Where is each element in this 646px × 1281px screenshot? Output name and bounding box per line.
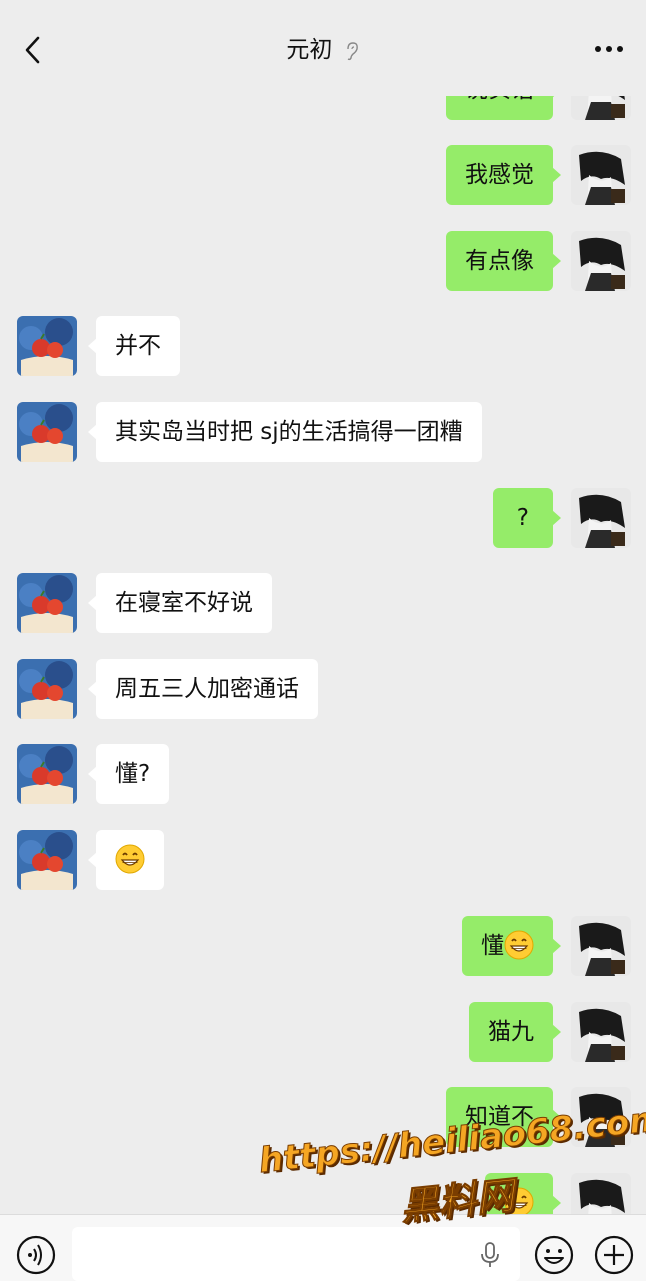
- message-row: 其实岛当时把 sj的生活搞得一团糟: [0, 402, 646, 464]
- message-bubble[interactable]: 懂?: [87, 744, 170, 804]
- message-bubble[interactable]: 猫九: [469, 1002, 561, 1062]
- message-bubble[interactable]: 周五三人加密通话: [88, 659, 318, 719]
- message-input[interactable]: [72, 1227, 520, 1281]
- message-row: 猫九: [0, 1002, 646, 1064]
- message-row: 我感觉: [0, 145, 646, 207]
- message-row: ?: [0, 488, 646, 550]
- plus-icon[interactable]: [594, 1235, 634, 1275]
- contact-avatar[interactable]: [17, 573, 77, 633]
- message-bubble[interactable]: 其实岛当时把 sj的生活搞得一团糟: [88, 402, 482, 462]
- message-row: 懂?: [0, 744, 646, 806]
- chat-area[interactable]: 说实话 我感觉 有点像 并不 其实岛当时把 sj的生活搞得一团糟 ?: [0, 0, 646, 1214]
- mute-icon: [346, 41, 358, 60]
- message-bubble[interactable]: 懂: [462, 916, 561, 976]
- chat-header: 元初: [0, 0, 646, 96]
- my-avatar[interactable]: [571, 916, 631, 976]
- voice-icon[interactable]: [16, 1235, 56, 1275]
- contact-avatar[interactable]: [17, 744, 77, 804]
- contact-name: 元初: [286, 37, 333, 63]
- message-bubble[interactable]: ?: [492, 488, 562, 548]
- my-avatar[interactable]: [571, 231, 631, 291]
- message-bubble[interactable]: 在寝室不好说: [88, 573, 272, 633]
- message-bubble[interactable]: 我感觉: [446, 145, 561, 205]
- message-bubble[interactable]: 并不: [88, 316, 180, 376]
- my-avatar[interactable]: [571, 1002, 631, 1062]
- message-row: [0, 830, 646, 892]
- contact-avatar[interactable]: [17, 830, 77, 890]
- chat-title: 元初: [0, 30, 646, 64]
- message-bubble[interactable]: [88, 830, 164, 890]
- grin-emoji-icon: [115, 844, 145, 873]
- my-avatar[interactable]: [571, 488, 631, 548]
- grin-emoji-icon: [504, 930, 534, 959]
- message-row: 有点像: [0, 231, 646, 293]
- input-bar: [0, 1214, 646, 1281]
- message-bubble[interactable]: 有点像: [446, 231, 561, 291]
- message-row: 周五三人加密通话: [0, 659, 646, 721]
- contact-avatar[interactable]: [17, 659, 77, 719]
- my-avatar[interactable]: [571, 145, 631, 205]
- contact-avatar[interactable]: [17, 316, 77, 376]
- emoji-icon[interactable]: [534, 1235, 574, 1275]
- mic-icon[interactable]: [480, 1241, 500, 1269]
- contact-avatar[interactable]: [17, 402, 77, 462]
- my-avatar[interactable]: [571, 1173, 631, 1214]
- message-row: 并不: [0, 316, 646, 378]
- message-row: 在寝室不好说: [0, 573, 646, 635]
- message-row: 懂: [0, 916, 646, 978]
- more-icon[interactable]: [594, 44, 624, 54]
- message-row: [0, 1173, 646, 1214]
